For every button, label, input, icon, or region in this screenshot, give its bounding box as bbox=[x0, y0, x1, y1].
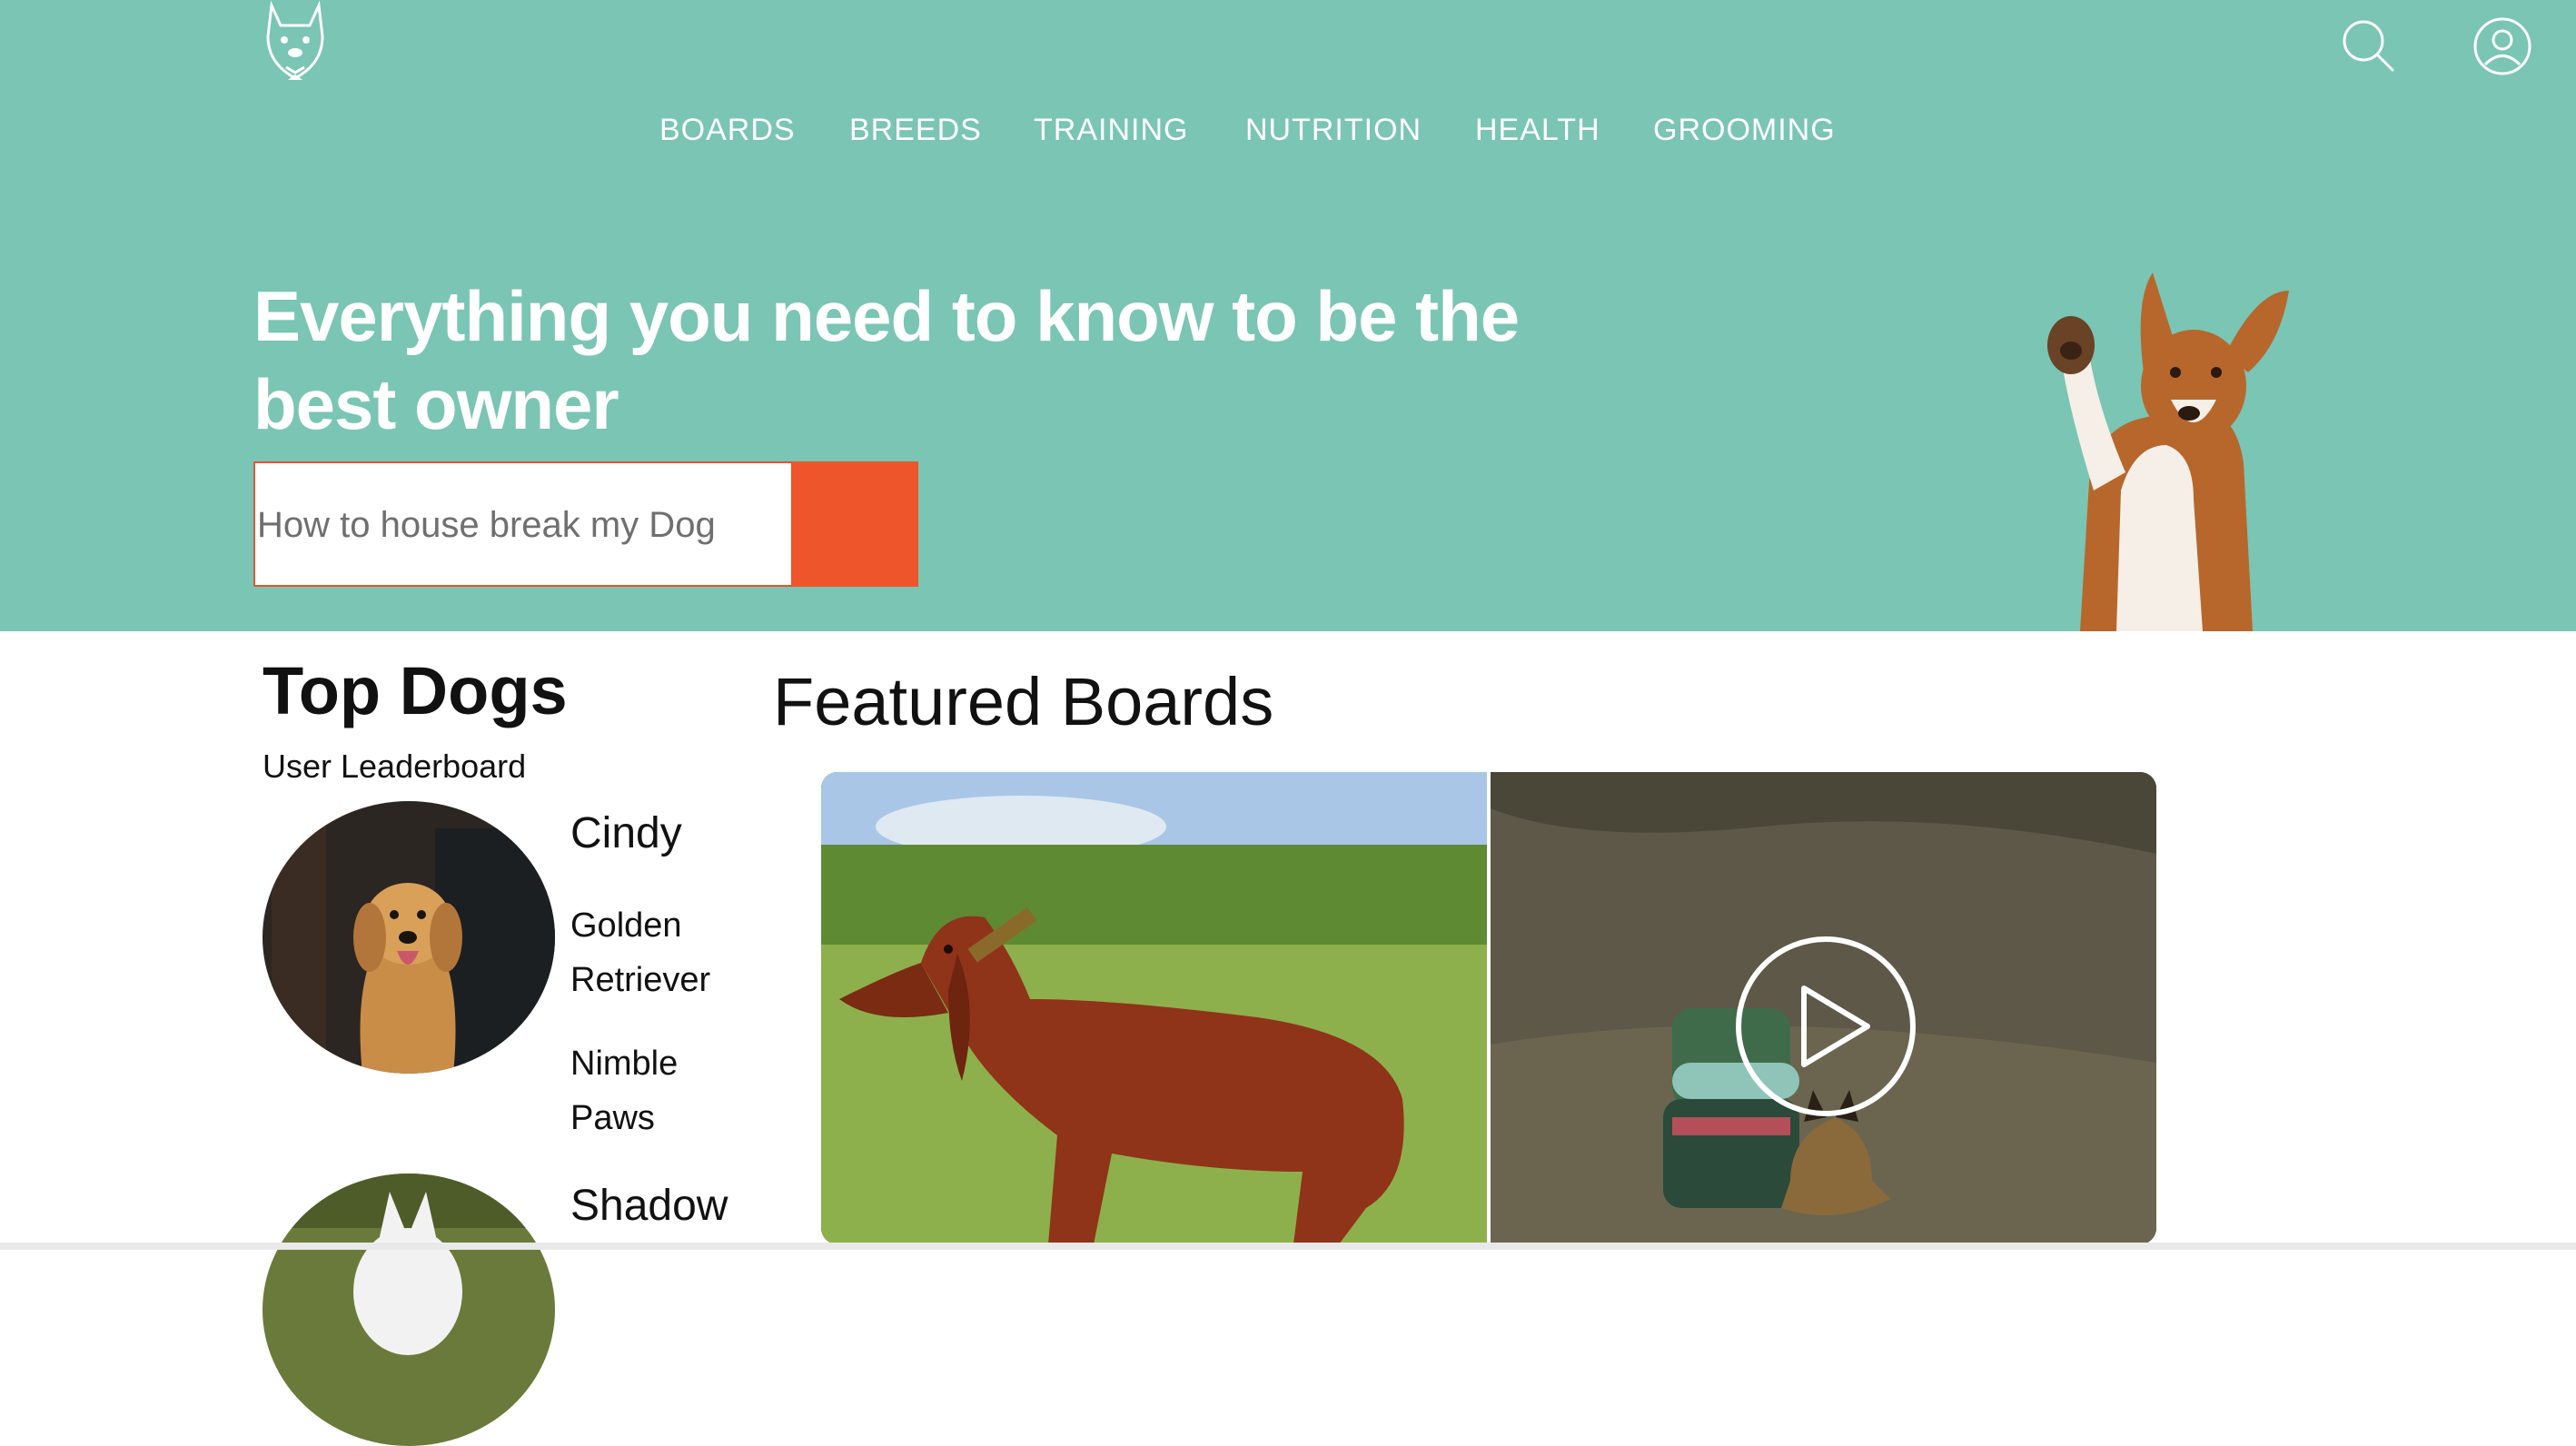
hero-search-button[interactable] bbox=[793, 461, 918, 587]
white-dog-photo bbox=[263, 1174, 555, 1446]
dog-breed-cindy: Golden Retriever bbox=[570, 906, 711, 999]
nav-item-breeds[interactable]: BREEDS bbox=[849, 113, 982, 148]
play-video-button[interactable] bbox=[1735, 936, 1917, 1117]
irish-setter-photo[interactable] bbox=[821, 772, 1487, 1244]
dog-name-cindy[interactable]: Cindy bbox=[570, 808, 682, 858]
top-dogs-title: Top Dogs bbox=[263, 653, 568, 728]
dog-name-shadow[interactable]: Shadow bbox=[570, 1181, 728, 1231]
hero-search-input[interactable] bbox=[255, 463, 795, 587]
nav-item-nutrition[interactable]: NUTRITION bbox=[1245, 113, 1422, 148]
search-icon[interactable] bbox=[2339, 16, 2399, 76]
avatar-shadow[interactable] bbox=[263, 1174, 555, 1446]
user-circle-icon[interactable] bbox=[2472, 16, 2532, 76]
dog-owner-cindy[interactable]: Nimble Paws bbox=[570, 1036, 716, 1145]
hero-banner: BOARDS BREEDS TRAINING NUTRITION HEALTH … bbox=[0, 0, 2576, 631]
hero-headline: Everything you need to know to be the be… bbox=[253, 276, 1520, 444]
featured-board-card[interactable] bbox=[821, 772, 2156, 1244]
nav-item-boards[interactable]: BOARDS bbox=[659, 113, 796, 148]
avatar-cindy[interactable] bbox=[263, 801, 555, 1074]
main-nav: BOARDS BREEDS TRAINING NUTRITION HEALTH … bbox=[0, 113, 2576, 163]
page-bottom-divider bbox=[0, 1243, 2576, 1250]
nav-item-health[interactable]: HEALTH bbox=[1475, 113, 1600, 148]
hero-search-box bbox=[253, 461, 795, 587]
golden-retriever-photo bbox=[263, 801, 555, 1074]
featured-boards-title: Featured Boards bbox=[773, 664, 1274, 739]
dog-head-logo-icon[interactable] bbox=[259, 0, 332, 87]
leaderboard-subtitle: User Leaderboard bbox=[263, 748, 527, 785]
nav-item-training[interactable]: TRAINING bbox=[1034, 113, 1188, 148]
waving-dog-image bbox=[2047, 272, 2289, 631]
nav-item-grooming[interactable]: GROOMING bbox=[1653, 113, 1836, 148]
